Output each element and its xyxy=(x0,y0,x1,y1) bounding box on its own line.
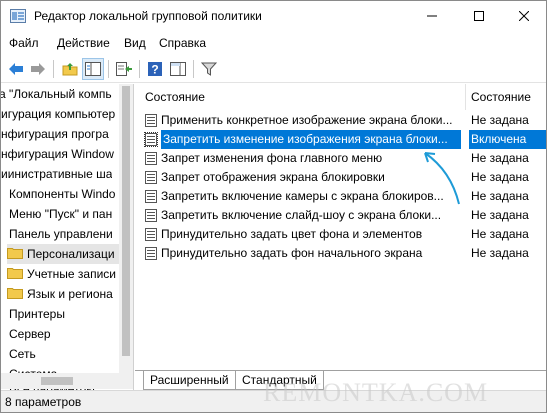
close-button[interactable] xyxy=(501,1,547,31)
menu-action[interactable]: Действие xyxy=(57,36,110,50)
folder-icon xyxy=(7,245,23,259)
policy-setting-icon xyxy=(145,152,157,165)
annotation-arrow-icon xyxy=(424,152,460,205)
setting-state: Не задана xyxy=(471,246,529,260)
list-item[interactable]: Принудительно задать фон начального экра… xyxy=(139,244,546,263)
list-item[interactable]: Запретить включение слайд-шоу с экрана б… xyxy=(139,206,546,225)
watermark: REMONTKA.COM xyxy=(263,378,489,407)
policy-setting-icon xyxy=(145,209,157,222)
tab-extended[interactable]: Расширенный xyxy=(143,371,236,390)
settings-list: Состояние Состояние Применить конкретное… xyxy=(135,84,546,370)
minimize-icon xyxy=(427,15,437,17)
show-hide-tree-button[interactable] xyxy=(82,58,104,80)
policy-setting-icon xyxy=(145,228,157,241)
column-header-state[interactable]: Состояние xyxy=(471,84,531,110)
status-text: 8 параметров xyxy=(5,395,82,409)
help-icon: ? xyxy=(148,62,162,77)
tree-item-printers[interactable]: Принтеры xyxy=(9,304,65,324)
setting-name: Принудительно задать фон начального экра… xyxy=(161,246,423,260)
gpedit-window: Редактор локальной групповой политики Фа… xyxy=(0,0,547,413)
up-level-button[interactable] xyxy=(59,58,81,80)
list-item[interactable]: Принудительно задать цвет фона и элемент… xyxy=(139,225,546,244)
filter-button[interactable] xyxy=(198,58,220,80)
tree-item-regional-language[interactable]: Язык и региона xyxy=(7,284,113,304)
scrollbar-thumb[interactable] xyxy=(41,377,73,385)
column-header-setting[interactable]: Состояние xyxy=(145,84,205,110)
scrollbar-thumb[interactable] xyxy=(122,86,130,356)
close-icon xyxy=(519,11,529,21)
list-item[interactable]: Применить конкретное изображение экрана … xyxy=(139,111,546,130)
setting-name: Применить конкретное изображение экрана … xyxy=(161,113,453,127)
tree-horizontal-scrollbar[interactable] xyxy=(1,373,133,389)
tree-pane[interactable]: а "Локальный компь игурация компьютер нф… xyxy=(1,84,134,390)
filter-icon xyxy=(201,62,217,76)
list-item[interactable]: Запрет изменения фона главного меню Не з… xyxy=(139,149,546,168)
tree-item-label: Персонализаци xyxy=(27,247,115,261)
policy-setting-icon xyxy=(144,132,158,147)
toolbar-separator xyxy=(53,60,54,78)
tree-item-administrative-templates[interactable]: иинистративные ша xyxy=(1,164,112,184)
policy-setting-icon xyxy=(145,171,157,184)
tree-item-computer-configuration[interactable]: игурация компьютер xyxy=(1,104,115,124)
menu-help[interactable]: Справка xyxy=(159,36,206,50)
setting-state: Не задана xyxy=(471,227,529,241)
back-arrow-icon xyxy=(9,63,23,75)
policy-setting-icon xyxy=(145,190,157,203)
show-pane-icon xyxy=(170,62,186,76)
menu-file[interactable]: Файл xyxy=(9,36,39,50)
tree-item-label: Язык и региона xyxy=(27,287,113,301)
help-button[interactable]: ? xyxy=(144,58,166,80)
setting-name: Принудительно задать цвет фона и элемент… xyxy=(161,227,423,241)
forward-arrow-icon xyxy=(31,63,45,75)
gpedit-app-icon xyxy=(10,9,26,23)
tree-vertical-scrollbar[interactable] xyxy=(119,84,133,373)
tree-item-label: Учетные записи xyxy=(27,267,116,281)
folder-icon xyxy=(7,265,23,279)
menu-bar: Файл Действие Вид Справка xyxy=(1,32,546,54)
tree-item-local-computer-policy[interactable]: а "Локальный компь xyxy=(1,84,112,104)
tree-item-control-panel[interactable]: Панель управлени xyxy=(9,224,113,244)
export-list-button[interactable] xyxy=(113,58,135,80)
tree-item-start-menu-taskbar[interactable]: Меню "Пуск" и пан xyxy=(9,204,112,224)
toolbar: ? xyxy=(1,55,546,83)
svg-text:?: ? xyxy=(151,63,158,77)
tree-item-personalization[interactable]: Персонализаци xyxy=(7,244,119,264)
tree-item-user-configuration[interactable]: нфигурация програ xyxy=(1,124,109,144)
list-item-selected[interactable]: Запретить изменение изображения экрана б… xyxy=(139,130,546,149)
back-button[interactable] xyxy=(5,58,27,80)
toolbar-separator xyxy=(139,60,140,78)
menu-view[interactable]: Вид xyxy=(124,36,146,50)
list-item[interactable]: Запрет отображения экрана блокировки Не … xyxy=(139,168,546,187)
minimize-button[interactable] xyxy=(409,1,455,31)
policy-setting-icon xyxy=(145,114,157,127)
folder-icon xyxy=(7,285,23,299)
show-hide-tree-icon xyxy=(85,62,101,76)
toolbar-separator xyxy=(108,60,109,78)
list-item[interactable]: Запретить включение камеры с экрана блок… xyxy=(139,187,546,206)
policy-setting-icon xyxy=(145,247,157,260)
tree-item-accounts[interactable]: Учетные записи xyxy=(7,264,116,284)
window-title: Редактор локальной групповой политики xyxy=(34,9,262,23)
export-list-icon xyxy=(116,62,132,76)
maximize-button[interactable] xyxy=(456,1,502,31)
column-divider[interactable] xyxy=(465,84,466,110)
up-folder-icon xyxy=(62,63,78,76)
maximize-icon xyxy=(474,11,484,21)
tree-item-windows-configuration[interactable]: нфигурация Window xyxy=(1,144,114,164)
tree-item-server[interactable]: Сервер xyxy=(9,324,51,344)
forward-button[interactable] xyxy=(27,58,49,80)
title-bar[interactable]: Редактор локальной групповой политики xyxy=(1,1,546,32)
tree-item-windows-components[interactable]: Компоненты Windo xyxy=(9,184,115,204)
show-pane-button[interactable] xyxy=(167,58,189,80)
setting-state: Не задана xyxy=(471,113,529,127)
toolbar-separator xyxy=(193,60,194,78)
tree-item-network[interactable]: Сеть xyxy=(9,344,36,364)
